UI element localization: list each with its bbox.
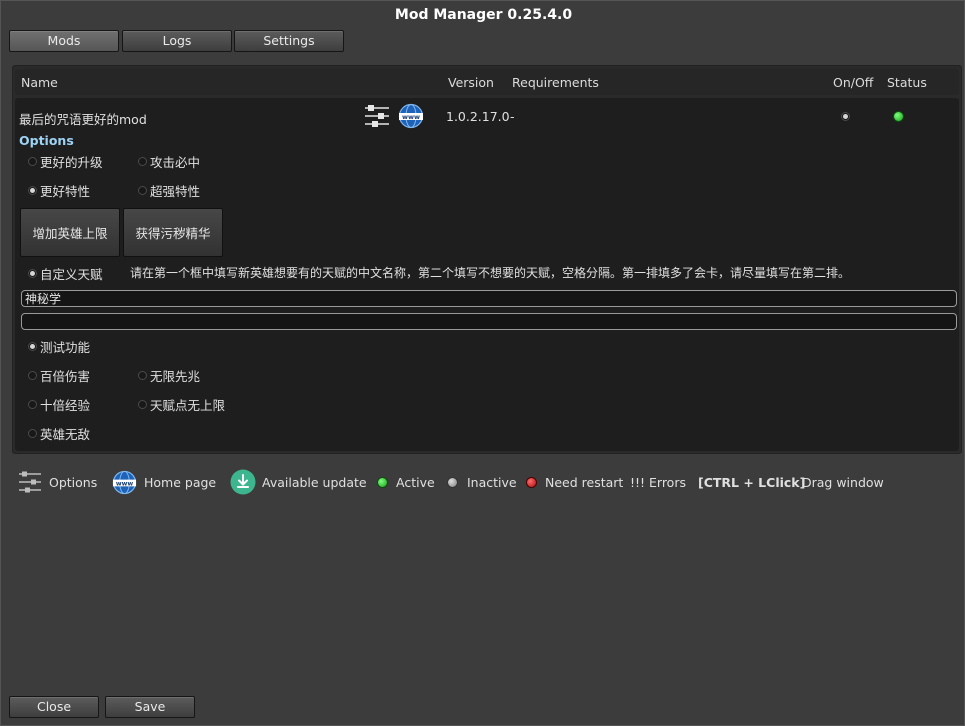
mod-name[interactable]: 最后的咒语更好的mod xyxy=(19,109,147,128)
toggle-label: 超强特性 xyxy=(150,184,201,199)
column-requirements: Requirements xyxy=(512,75,599,90)
toggle-hundred-damage[interactable]: 百倍伤害 xyxy=(28,366,90,385)
toggle-label: 更好的升级 xyxy=(40,155,103,170)
legend-drag-label: Drag window xyxy=(802,475,884,490)
toggle-hero-invincible[interactable]: 英雄无敌 xyxy=(28,424,90,443)
toggle-label: 英雄无敌 xyxy=(40,427,91,442)
window-title[interactable]: Mod Manager 0.25.4.0 xyxy=(1,7,965,23)
toggle-label: 测试功能 xyxy=(40,340,91,355)
checkbox[interactable] xyxy=(138,400,147,409)
inactive-status-icon xyxy=(447,477,458,488)
checkbox[interactable] xyxy=(28,400,37,409)
column-name: Name xyxy=(21,75,58,90)
toggle-label: 无限先兆 xyxy=(150,369,201,384)
active-status-icon xyxy=(377,477,388,488)
toggle-label: 百倍伤害 xyxy=(40,369,91,384)
legend-active-label: Active xyxy=(396,475,435,490)
download-update-icon xyxy=(230,469,256,495)
add-hero-limit-button[interactable]: 增加英雄上限 xyxy=(20,208,120,257)
svg-text:www: www xyxy=(116,480,134,487)
tab-settings[interactable]: Settings xyxy=(234,30,344,52)
toggle-ten-exp[interactable]: 十倍经验 xyxy=(28,395,90,414)
legend-errors-label: Errors xyxy=(649,475,686,490)
legend-options-label: Options xyxy=(49,475,98,490)
mods-table-header: Name Version Requirements On/Off Status xyxy=(15,69,959,95)
toggle-unlimited-talent-points[interactable]: 天赋点无上限 xyxy=(138,395,225,414)
checkbox[interactable] xyxy=(28,157,37,166)
checkbox[interactable] xyxy=(28,342,37,351)
options-icon xyxy=(19,471,41,493)
toggle-better-upgrade[interactable]: 更好的升级 xyxy=(28,152,103,171)
home-page-icon: www xyxy=(112,470,137,495)
checkbox[interactable] xyxy=(28,429,37,438)
toggle-test-feature[interactable]: 测试功能 xyxy=(28,337,90,356)
need-restart-status-icon xyxy=(526,477,537,488)
talent-unwanted-input[interactable] xyxy=(21,313,957,330)
custom-talent-description: 请在第一个框中填写新英雄想要有的天赋的中文名称，第二个填写不想要的天赋，空格分隔… xyxy=(130,266,851,280)
checkbox[interactable] xyxy=(28,269,37,278)
options-label: Options xyxy=(19,133,74,148)
checkbox[interactable] xyxy=(138,371,147,380)
options-icon[interactable] xyxy=(364,104,390,128)
mods-panel: Name Version Requirements On/Off Status … xyxy=(12,65,962,454)
checkbox[interactable] xyxy=(28,371,37,380)
checkbox[interactable] xyxy=(138,157,147,166)
legend-shortcut: [CTRL + LClick] xyxy=(698,475,806,490)
errors-mark-icon: !!! xyxy=(630,475,646,490)
mod-requirements: - xyxy=(510,109,515,124)
save-button[interactable]: Save xyxy=(105,696,195,718)
checkbox[interactable] xyxy=(28,186,37,195)
legend-inactive-label: Inactive xyxy=(467,475,517,490)
toggle-label: 攻击必中 xyxy=(150,155,201,170)
column-onoff: On/Off xyxy=(833,75,874,90)
toggle-label: 自定义天赋 xyxy=(40,267,103,282)
close-button[interactable]: Close xyxy=(9,696,99,718)
toggle-label: 更好特性 xyxy=(40,184,91,199)
svg-text:www: www xyxy=(402,113,420,121)
tab-mods[interactable]: Mods xyxy=(9,30,119,52)
home-page-icon[interactable]: www xyxy=(398,103,424,129)
mod-row: 最后的咒语更好的mod www 1.0.2.17.0 - Options 更好的… xyxy=(15,98,959,451)
column-version: Version xyxy=(448,75,494,90)
legend-need-restart-label: Need restart xyxy=(545,475,624,490)
mod-manager-window: Mod Manager 0.25.4.0 Mods Logs Settings … xyxy=(0,0,965,726)
get-essence-button[interactable]: 获得污秽精华 xyxy=(123,208,223,257)
talent-wanted-input[interactable] xyxy=(21,290,957,307)
toggle-infinite-omens[interactable]: 无限先兆 xyxy=(138,366,200,385)
toggle-better-traits[interactable]: 更好特性 xyxy=(28,181,90,200)
toggle-label: 天赋点无上限 xyxy=(150,398,226,413)
legend-available-update-label: Available update xyxy=(262,475,367,490)
legend-home-page-label: Home page xyxy=(144,475,217,490)
status-active-icon xyxy=(893,111,904,122)
toggle-always-hit[interactable]: 攻击必中 xyxy=(138,152,200,171)
column-status: Status xyxy=(887,75,927,90)
mod-enabled-toggle[interactable] xyxy=(841,112,850,121)
toggle-label: 十倍经验 xyxy=(40,398,91,413)
toggle-super-traits[interactable]: 超强特性 xyxy=(138,181,200,200)
checkbox[interactable] xyxy=(138,186,147,195)
tab-logs[interactable]: Logs xyxy=(122,30,232,52)
mod-version: 1.0.2.17.0 xyxy=(446,109,510,124)
toggle-custom-talent[interactable]: 自定义天赋 xyxy=(28,264,103,283)
